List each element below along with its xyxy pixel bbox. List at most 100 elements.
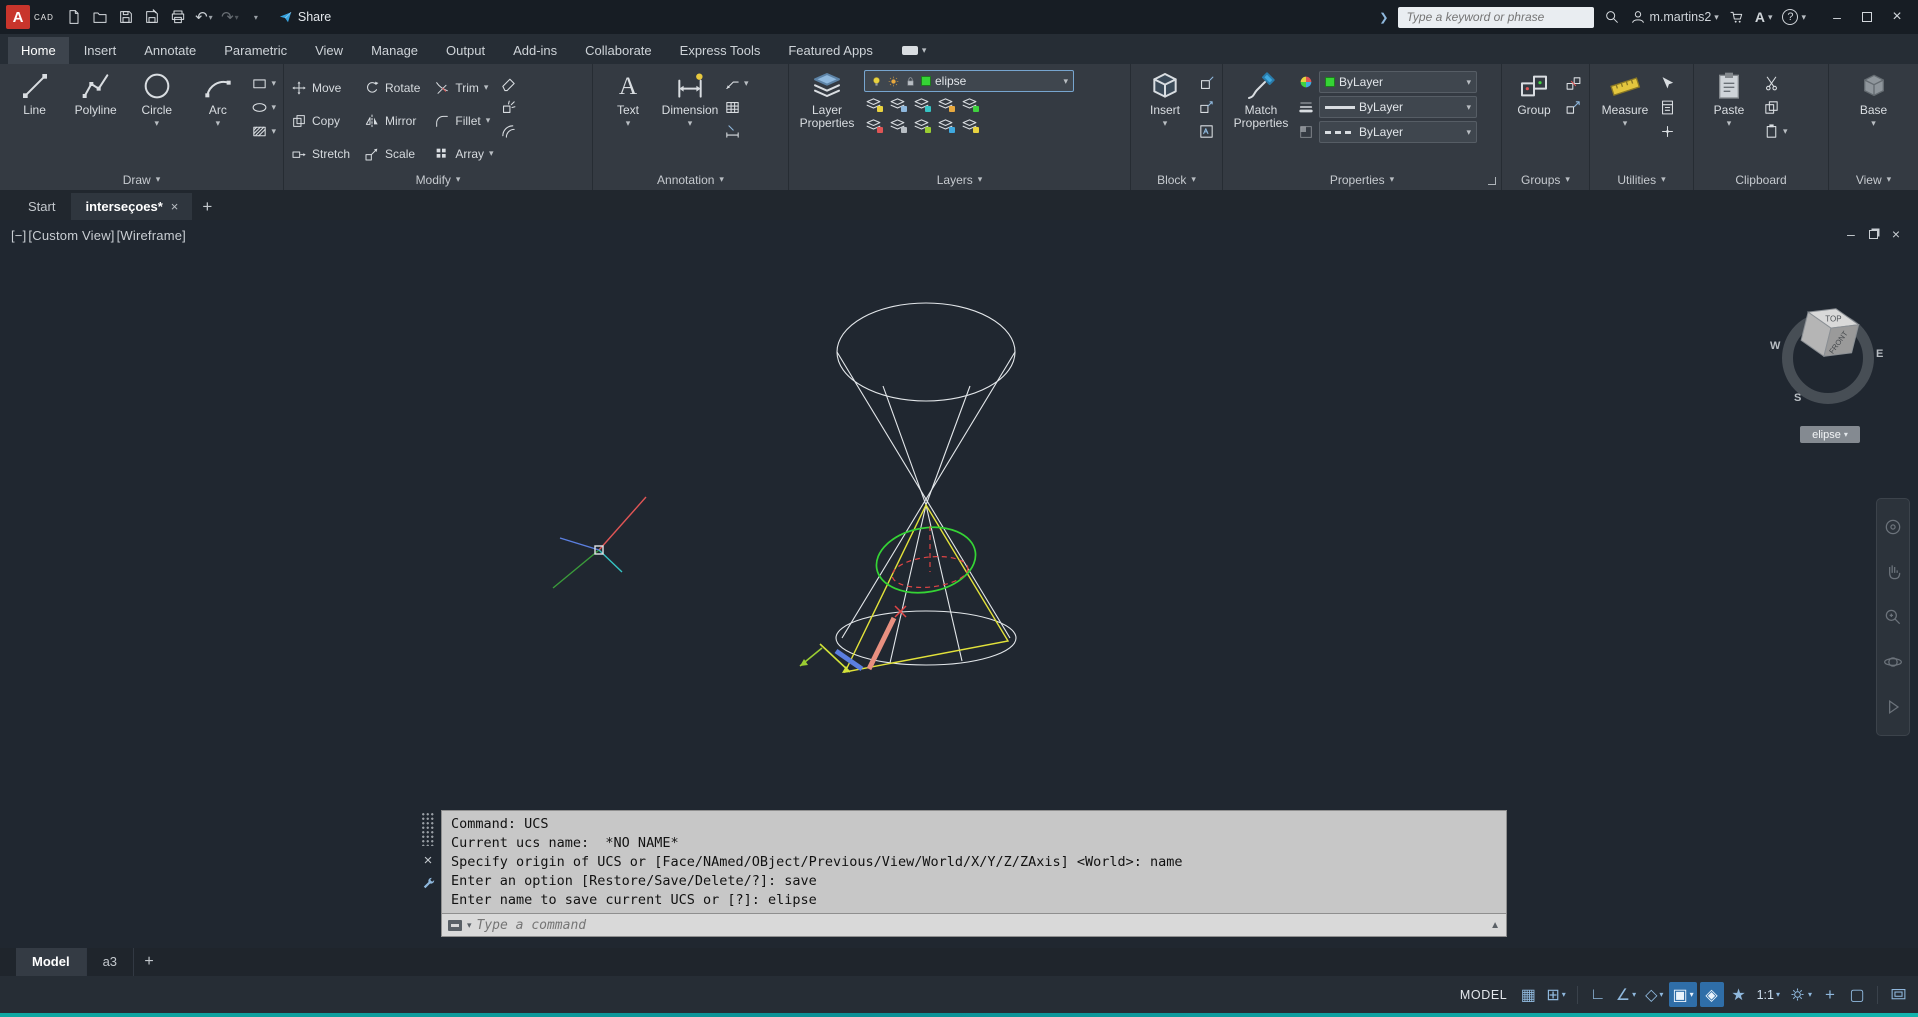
panel-groups-footer[interactable]: Groups▾: [1502, 169, 1589, 190]
base-view-tool[interactable]: Base ▾: [1846, 70, 1902, 169]
new-file-button[interactable]: [62, 5, 86, 29]
move-tool[interactable]: Move: [291, 72, 350, 103]
command-input-row[interactable]: ▾ ▲: [441, 914, 1507, 937]
redo-dropdown-icon[interactable]: ▾: [235, 13, 239, 22]
search-input[interactable]: [1406, 10, 1586, 24]
app-menu-button[interactable]: A CAD: [6, 5, 54, 29]
dimension-style-tool[interactable]: [724, 121, 749, 141]
match-properties-tool[interactable]: Match Properties: [1230, 70, 1292, 169]
help-dropdown-icon[interactable]: ▾: [1801, 12, 1806, 23]
command-close-button[interactable]: ×: [424, 855, 433, 867]
autodesk-app-button[interactable]: A▾: [1755, 9, 1773, 25]
tab-manage[interactable]: Manage: [358, 37, 431, 64]
full-navigation-wheel-icon[interactable]: [1883, 517, 1903, 537]
tab-home[interactable]: Home: [8, 37, 69, 64]
array-dropdown-icon[interactable]: ▾: [489, 148, 494, 159]
layer-lock-tool[interactable]: [936, 96, 955, 113]
command-input-field[interactable]: [477, 918, 1486, 933]
measure-dropdown-icon[interactable]: ▾: [1623, 119, 1628, 129]
command-history-toggle-icon[interactable]: ▲: [1490, 920, 1500, 931]
panel-properties-footer[interactable]: Properties▾: [1223, 169, 1501, 190]
panel-annotation-footer[interactable]: Annotation▾: [593, 169, 788, 190]
tab-express-tools[interactable]: Express Tools: [667, 37, 774, 64]
stretch-tool[interactable]: Stretch: [291, 138, 350, 169]
object-snap-toggle[interactable]: ▣▾: [1669, 982, 1696, 1007]
layer-unlock-tool[interactable]: [936, 117, 955, 134]
viewcube-cube[interactable]: TOP FRONT: [1792, 300, 1868, 376]
layer-merge-tool[interactable]: [960, 117, 979, 134]
paste-tool[interactable]: Paste ▾: [1701, 70, 1757, 169]
text-dropdown-icon[interactable]: ▾: [626, 119, 631, 129]
viewcube-east-label[interactable]: E: [1876, 348, 1883, 360]
search-button[interactable]: [1604, 9, 1620, 25]
file-tab-document[interactable]: interseçoes*×: [71, 193, 192, 220]
save-button[interactable]: [114, 5, 138, 29]
layer-lock-icon[interactable]: [904, 75, 917, 88]
dimension-tool[interactable]: Dimension ▾: [662, 70, 718, 169]
annotation-scale-dropdown-icon[interactable]: ▾: [1776, 990, 1780, 999]
circle-tool[interactable]: Circle ▾: [129, 70, 184, 169]
paste-dropdown-icon[interactable]: ▾: [1727, 119, 1732, 129]
file-tab-start[interactable]: Start: [14, 193, 69, 220]
text-tool[interactable]: A Text ▾: [600, 70, 656, 169]
trim-dropdown-icon[interactable]: ▾: [484, 82, 489, 93]
grid-toggle[interactable]: ▦: [1516, 982, 1540, 1007]
orbit-icon[interactable]: [1883, 652, 1903, 672]
tab-add-ins[interactable]: Add-ins: [500, 37, 570, 64]
layout-tab-a3[interactable]: a3: [87, 948, 134, 976]
leader-tool[interactable]: ▾: [724, 73, 749, 93]
customization-button[interactable]: +: [1818, 982, 1842, 1007]
measure-tool[interactable]: Measure ▾: [1597, 70, 1653, 169]
ucs-name-badge[interactable]: elipse ▾: [1800, 426, 1860, 443]
trim-tool[interactable]: Trim▾: [434, 72, 493, 103]
annotation-visibility-toggle[interactable]: ★: [1727, 982, 1751, 1007]
new-layout-button[interactable]: +: [134, 953, 164, 971]
layer-walk-tool[interactable]: [912, 117, 931, 134]
polar-tracking-toggle[interactable]: ∠▾: [1613, 982, 1639, 1007]
tab-view[interactable]: View: [302, 37, 356, 64]
doc-restore-button[interactable]: [1869, 230, 1878, 239]
workspace-switching-button[interactable]: ▾: [1786, 982, 1815, 1007]
layer-dropdown[interactable]: elipse ▾: [864, 70, 1074, 92]
insert-tool[interactable]: Insert ▾: [1138, 70, 1192, 169]
user-dropdown-icon[interactable]: ▾: [1714, 12, 1719, 23]
new-drawing-tab-button[interactable]: +: [194, 193, 220, 220]
panel-block-footer[interactable]: Block▾: [1131, 169, 1222, 190]
panel-layers-footer[interactable]: Layers▾: [789, 169, 1130, 190]
layout-tab-model[interactable]: Model: [16, 948, 87, 976]
ellipse-tool[interactable]: ▾: [251, 97, 276, 117]
tab-collaborate[interactable]: Collaborate: [572, 37, 665, 64]
viewcube-top-face-label[interactable]: TOP: [1825, 314, 1841, 323]
layer-dropdown-icon[interactable]: ▾: [1063, 76, 1068, 87]
linetype-dropdown[interactable]: ByLayer▾: [1319, 121, 1477, 143]
quick-select-tool[interactable]: [1659, 73, 1676, 93]
open-file-button[interactable]: [88, 5, 112, 29]
redo-button[interactable]: ↷▾: [218, 5, 242, 29]
panel-draw-footer[interactable]: Draw▾: [0, 169, 283, 190]
isodraft-dropdown-icon[interactable]: ▾: [1659, 990, 1663, 999]
viewcube-west-label[interactable]: W: [1770, 340, 1780, 352]
command-window-grip[interactable]: [421, 812, 435, 846]
quick-calc-tool[interactable]: [1659, 97, 1676, 117]
save-as-button[interactable]: [140, 5, 164, 29]
annotation-scale-button[interactable]: 1:1▾: [1754, 982, 1783, 1007]
panel-utilities-footer[interactable]: Utilities▾: [1590, 169, 1693, 190]
autodesk-app-dropdown-icon[interactable]: ▾: [1768, 12, 1773, 23]
zoom-icon[interactable]: [1883, 607, 1903, 627]
edit-block-tool[interactable]: [1198, 97, 1215, 117]
signin-user-button[interactable]: m.martins2 ▾: [1630, 9, 1718, 25]
erase-tool[interactable]: [500, 73, 517, 93]
transparency-icon[interactable]: [1298, 124, 1314, 140]
id-point-tool[interactable]: [1659, 121, 1676, 141]
command-options-dropdown-icon[interactable]: ▾: [467, 920, 472, 931]
hatch-tool[interactable]: ▾: [251, 121, 276, 141]
panel-view-footer[interactable]: View▾: [1829, 169, 1918, 190]
rotate-tool[interactable]: Rotate: [364, 72, 420, 103]
properties-dialog-launcher-icon[interactable]: [1488, 177, 1496, 185]
layer-color-swatch[interactable]: [921, 76, 931, 86]
command-prompt-icon[interactable]: [448, 920, 462, 931]
fillet-tool[interactable]: Fillet▾: [434, 105, 493, 136]
viewcube[interactable]: W S E TOP FRONT: [1768, 292, 1892, 416]
snap-toggle[interactable]: ⊞▾: [1543, 982, 1568, 1007]
layer-on-bulb-icon[interactable]: [870, 75, 883, 88]
